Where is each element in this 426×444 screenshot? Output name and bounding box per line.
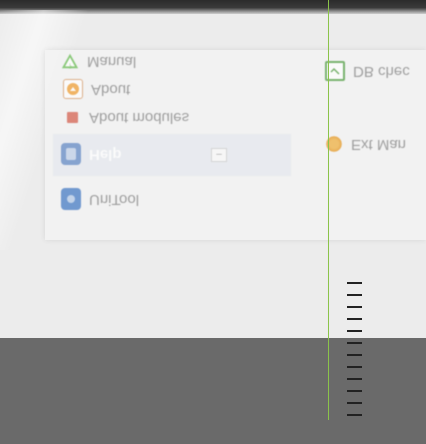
menu-item-help-label: Help	[89, 145, 122, 163]
menu-item-about[interactable]: About	[63, 78, 130, 100]
menu-item-about-modules[interactable]: About modules	[63, 106, 189, 128]
tick-mark	[347, 306, 362, 308]
tick-mark	[347, 318, 362, 320]
triangle-warning-icon: ?	[61, 52, 79, 70]
menu-item-unitool-label: UniTool	[89, 190, 140, 208]
tick-mark	[347, 402, 362, 404]
menu-item-about-modules-label: About modules	[89, 108, 190, 126]
tick-mark	[347, 366, 362, 368]
menu-item-manual-label: Manual	[87, 52, 137, 70]
menu-item-db-check[interactable]: DB chec	[325, 60, 410, 82]
tick-mark	[347, 282, 362, 284]
tick-mark	[347, 342, 362, 344]
tick-mark	[347, 390, 362, 392]
help-icon	[61, 143, 81, 165]
tick-mark	[347, 378, 362, 380]
tick-mark	[347, 330, 362, 332]
menu-item-unitool[interactable]: UniTool	[61, 188, 139, 210]
tick-ruler	[347, 282, 363, 422]
tick-mark	[347, 294, 362, 296]
menu-item-ext-man[interactable]: Ext Man	[325, 133, 406, 155]
collapse-button[interactable]: –	[211, 148, 227, 162]
vertical-guide-line	[328, 0, 329, 420]
reflected-menu-panel: ? Manual About About modules Help – UniT…	[45, 50, 426, 240]
tick-mark	[347, 354, 362, 356]
collapse-symbol: –	[216, 149, 222, 160]
svg-text:?: ?	[68, 62, 72, 70]
tick-mark	[347, 414, 362, 416]
menu-item-db-check-label: DB chec	[353, 62, 410, 80]
menu-item-about-label: About	[91, 80, 131, 98]
menu-item-manual[interactable]: ? Manual	[61, 50, 136, 72]
about-icon	[63, 79, 83, 99]
unitool-icon	[61, 188, 81, 210]
menu-item-ext-man-label: Ext Man	[351, 135, 407, 153]
modules-icon	[67, 111, 78, 123]
menu-item-help[interactable]: Help	[61, 143, 122, 165]
